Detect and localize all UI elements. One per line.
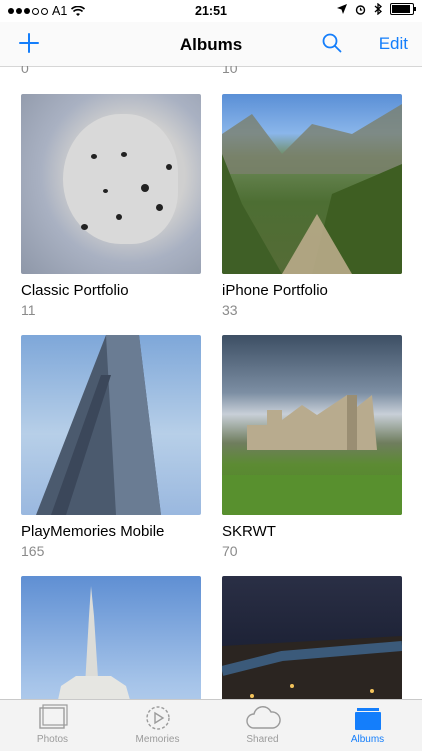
album-tile[interactable]: iPhone Portfolio 33 [222, 94, 402, 318]
album-thumbnail [222, 335, 402, 515]
tab-photos[interactable]: Photos [0, 704, 105, 745]
album-tile[interactable] [222, 576, 402, 699]
album-name: iPhone Portfolio [222, 282, 328, 299]
album-thumbnail [222, 576, 402, 699]
page-title: Albums [179, 35, 243, 54]
albums-icon [354, 708, 381, 730]
album-thumbnail [21, 335, 201, 515]
album-count: 165 [21, 543, 45, 559]
status-bar: A1 21:51 [0, 0, 422, 22]
tab-label: Shared [246, 734, 279, 745]
tab-label: Photos [36, 734, 69, 745]
album-thumbnail [21, 576, 201, 699]
photos-icon [38, 704, 68, 729]
edit-button[interactable]: Edit [379, 34, 408, 54]
tab-bar: Photos Memories Shared Albums [0, 699, 422, 751]
status-right [337, 3, 416, 15]
album-tile[interactable]: Classic Portfolio 11 [21, 94, 201, 318]
battery-icon [390, 3, 416, 15]
bluetooth-icon [374, 3, 382, 15]
album-name: PlayMemories Mobile [21, 523, 165, 540]
search-button[interactable] [322, 33, 342, 53]
album-tile[interactable] [21, 576, 201, 699]
tab-memories[interactable]: Memories [105, 704, 210, 745]
memories-icon [145, 706, 170, 730]
tab-shared[interactable]: Shared [210, 704, 315, 745]
album-count: 10 [222, 66, 238, 76]
album-count: 70 [222, 543, 238, 559]
album-tile[interactable]: SKRWT 70 [222, 335, 402, 559]
album-name: Classic Portfolio [21, 282, 129, 299]
alarm-icon [355, 4, 366, 15]
album-count: 0 [21, 66, 29, 76]
location-icon [337, 4, 347, 14]
tab-label: Albums [350, 734, 385, 745]
album-name: SKRWT [222, 523, 276, 540]
tab-albums[interactable]: Albums [315, 704, 420, 745]
album-thumbnail [222, 94, 402, 274]
cloud-icon [245, 706, 281, 729]
navigation-bar: Albums Edit [0, 22, 422, 67]
album-thumbnail [21, 94, 201, 274]
albums-grid-scroll-area[interactable]: 0 10 Classic Portfolio 11 iPhone Portfol… [0, 66, 422, 699]
album-count: 33 [222, 302, 238, 318]
tab-label: Memories [135, 734, 180, 745]
album-count: 11 [21, 302, 36, 318]
album-tile[interactable]: PlayMemories Mobile 165 [21, 335, 201, 559]
